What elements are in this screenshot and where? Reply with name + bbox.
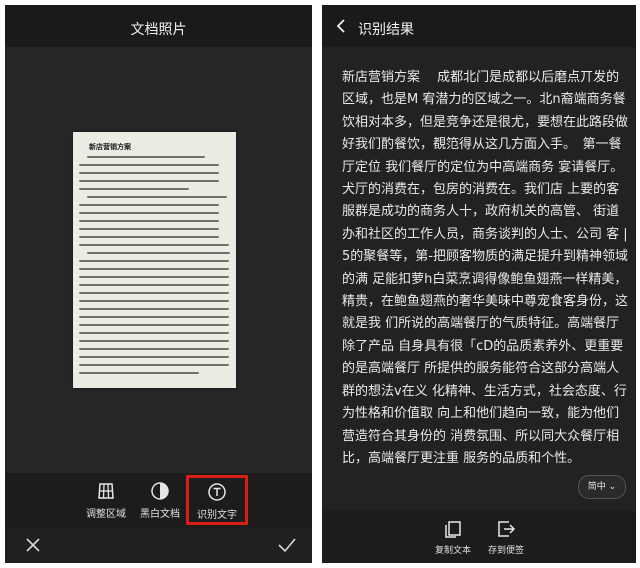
photo-text-line bbox=[79, 372, 199, 374]
photo-text-line bbox=[79, 284, 229, 286]
photo-document-title: 新店营销方案 bbox=[89, 142, 131, 151]
photo-text-line bbox=[79, 212, 219, 214]
close-icon[interactable] bbox=[23, 535, 43, 555]
document-photo[interactable]: 新店营销方案 bbox=[73, 132, 236, 388]
photo-text-line bbox=[79, 188, 189, 190]
save-to-note-button[interactable]: 存到便签 bbox=[476, 515, 536, 559]
photo-text-line bbox=[79, 172, 219, 174]
copy-text-label: 复制文本 bbox=[434, 546, 471, 556]
photo-text-line bbox=[79, 180, 219, 182]
page-title: 识别结果 bbox=[358, 22, 414, 38]
photo-text-line bbox=[79, 340, 229, 342]
photo-text-line bbox=[79, 236, 219, 238]
photo-text-line bbox=[79, 348, 229, 350]
recognize-text-button[interactable]: 识别文字 bbox=[186, 475, 248, 525]
photo-text-line bbox=[79, 268, 229, 270]
document-photo-screen: 文档照片 新店营销方案 调整区域 黑白文档 识别文字 bbox=[5, 5, 312, 563]
copy-text-button[interactable]: 复制文本 bbox=[423, 515, 483, 559]
photo-text-line bbox=[79, 316, 229, 318]
photo-text-line bbox=[79, 356, 229, 358]
photo-text-line bbox=[79, 324, 229, 326]
photo-text-line bbox=[79, 332, 229, 334]
black-white-label: 黑白文档 bbox=[140, 509, 180, 520]
adjust-area-icon bbox=[98, 483, 114, 499]
photo-text-line bbox=[79, 260, 229, 262]
check-icon[interactable] bbox=[276, 535, 298, 555]
language-select-button[interactable]: 简中 ⌄ bbox=[578, 475, 626, 499]
adjust-area-button[interactable]: 调整区域 bbox=[75, 477, 137, 523]
recognition-result-screen: 识别结果 新店营销方案 成都北门是成都以后磨点丌发的区域，也是M 宥潜力的区域之… bbox=[322, 5, 636, 563]
back-arrow-icon[interactable] bbox=[334, 18, 348, 34]
photo-text-line bbox=[79, 308, 229, 310]
edit-toolbar: 调整区域 黑白文档 识别文字 bbox=[5, 473, 312, 529]
photo-text-line bbox=[79, 292, 229, 294]
language-label: 简中 bbox=[587, 482, 606, 492]
photo-text-line bbox=[79, 276, 229, 278]
photo-text-line bbox=[79, 220, 219, 222]
top-bar: 识别结果 bbox=[322, 5, 636, 47]
recognized-text[interactable]: 新店营销方案 成都北门是成都以后磨点丌发的区域，也是M 宥潜力的区域之一。北n裔… bbox=[342, 67, 630, 470]
action-bar: 复制文本 存到便签 bbox=[322, 511, 636, 563]
top-bar: 文档照片 bbox=[5, 5, 312, 47]
save-to-note-label: 存到便签 bbox=[487, 546, 524, 556]
export-note-icon bbox=[498, 521, 516, 537]
photo-text-line bbox=[79, 164, 219, 166]
photo-text-line bbox=[87, 156, 205, 158]
copy-icon bbox=[445, 521, 461, 538]
photo-text-line bbox=[79, 244, 229, 246]
photo-text-line bbox=[87, 196, 227, 198]
text-recognition-icon bbox=[208, 483, 226, 501]
photo-text-line bbox=[87, 252, 230, 254]
chevron-down-icon: ⌄ bbox=[608, 482, 617, 492]
photo-text-line bbox=[79, 228, 219, 230]
black-white-icon bbox=[151, 482, 169, 500]
recognize-text-label: 识别文字 bbox=[197, 510, 237, 521]
photo-text-line bbox=[79, 364, 229, 366]
photo-text-line bbox=[79, 204, 219, 206]
photo-canvas: 新店营销方案 bbox=[5, 47, 312, 473]
black-white-button[interactable]: 黑白文档 bbox=[129, 477, 191, 523]
page-title: 文档照片 bbox=[130, 22, 187, 38]
photo-text-line bbox=[79, 300, 229, 302]
adjust-area-label: 调整区域 bbox=[86, 509, 126, 520]
bottom-bar bbox=[5, 529, 312, 563]
